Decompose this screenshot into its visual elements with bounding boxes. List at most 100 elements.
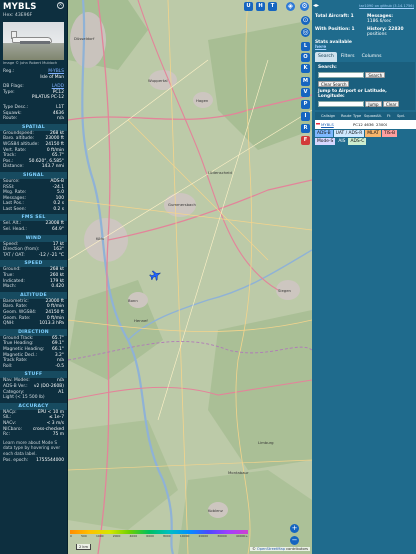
source-chip: AIS — [336, 138, 348, 145]
search-input[interactable] — [318, 72, 364, 78]
aircraft-photo[interactable] — [3, 22, 64, 60]
col-header[interactable]: Ft — [387, 112, 397, 120]
pos-epoch-label: Pos. epoch: — [3, 457, 29, 463]
field-label: Roll: — [3, 363, 13, 369]
row-route — [341, 120, 353, 129]
jump-label: Jump to Airport or Latitude, Longitude: — [318, 89, 387, 99]
section-signal: SIGNAL — [0, 171, 67, 179]
aircraft-info-panel: MYBLS Hex: 43E96F × Image © John Robert … — [0, 0, 68, 554]
osm-link[interactable]: OpenStreetMap — [257, 547, 285, 551]
row-type: PC12 — [353, 122, 363, 127]
row-callsign[interactable]: MYBLS — [321, 120, 341, 129]
speed-list: Ground: 268 kt True: 260 kt Indicated: 179 kt… — [0, 267, 67, 289]
clear-jump-button[interactable]: Clear — [382, 101, 400, 107]
map-button-f[interactable]: F — [301, 136, 310, 145]
stats-link[interactable]: here — [315, 45, 415, 50]
city-label: Limburg — [258, 440, 274, 445]
table-row[interactable]: MYBLS PC12 4636 23000 — [315, 120, 416, 129]
plane-wing-shape — [20, 41, 50, 44]
spatial-row: Distance: 143.7 nmi — [0, 164, 67, 170]
col-header[interactable]: Route — [341, 112, 353, 120]
sidebar-tabs: Search Filters Columns — [315, 52, 415, 62]
col-header[interactable]: Spd. — [397, 112, 405, 120]
pos-epoch-row: Pos. epoch: 1755544000 — [0, 458, 67, 464]
map-button-i[interactable]: I — [301, 112, 310, 121]
field-value: A1 — [58, 389, 64, 395]
route-row: Route: n/a — [0, 116, 67, 122]
center-icon[interactable]: ◎ — [301, 28, 310, 37]
flag-icon — [316, 123, 320, 126]
section-spatial: SPATIAL — [0, 123, 67, 131]
photo-credit: Image © John Robert Muldoch — [3, 61, 58, 65]
row-squawk: 4636 — [364, 122, 374, 127]
map-button-t[interactable]: T — [268, 2, 277, 11]
city-label: Koblenz — [208, 508, 223, 513]
close-icon[interactable]: × — [57, 2, 64, 9]
map-button-o[interactable]: O — [301, 53, 310, 62]
reset-view-icon[interactable]: ⊙ — [301, 16, 310, 25]
sidebar: ◂▸ tar1090 on github (3.14.1756) Total A… — [312, 0, 416, 554]
tab-search[interactable]: Search — [315, 52, 337, 62]
field-value: 0.420 — [51, 284, 64, 290]
altitude-legend: 0 500 1000 2000 4000 6000 8000 10000 200… — [70, 530, 248, 538]
map-view[interactable]: Düsseldorf Köln Bonn Siegen Limburg Kobl… — [68, 0, 312, 554]
source-chip: TIS-B — [381, 130, 398, 137]
altitude-legend-labels: 0 500 1000 2000 4000 6000 8000 10000 200… — [70, 534, 248, 538]
type-label: Type: — [3, 89, 15, 95]
col-header[interactable]: Alt. — [376, 112, 387, 120]
city-label: Düsseldorf — [74, 36, 95, 41]
col-header[interactable]: Type — [353, 112, 364, 120]
sidebar-toggle-icon[interactable]: ◂▸ — [313, 2, 321, 10]
zoom-out-button[interactable]: − — [290, 536, 299, 545]
col-header[interactable]: Squawk — [364, 112, 376, 120]
city-label: Köln — [96, 236, 105, 241]
jump-input[interactable] — [318, 101, 364, 107]
city-labels: Düsseldorf Köln Bonn Siegen Limburg Kobl… — [68, 0, 312, 554]
map-button-k[interactable]: K — [301, 64, 310, 73]
clear-search-button[interactable]: Clear Search — [318, 80, 350, 87]
section-direction: DIRECTION — [0, 328, 67, 336]
city-label: Hennef — [134, 318, 148, 323]
zoom-in-button[interactable]: + — [290, 524, 299, 533]
col-header[interactable]: Callsign — [321, 112, 341, 120]
map-button-m[interactable]: M — [301, 77, 310, 86]
source-chip: ADS-C — [348, 138, 367, 145]
signal-row: Last Seen: 0.2 s — [0, 207, 67, 213]
tab-filters[interactable]: Filters — [338, 52, 358, 62]
map-button-v[interactable]: V — [301, 88, 310, 97]
section-altitude: ALTITUDE — [0, 291, 67, 299]
fms-sel-row: Sel. Head.: 64.9° — [0, 227, 67, 233]
search-panel: Search: Search Clear Search Jump to Airp… — [315, 62, 415, 110]
city-label: Siegen — [278, 288, 291, 293]
direction-list: Ground Track: 65.7° True Heading: 69.1° Magn… — [0, 336, 67, 370]
map-button-p[interactable]: P — [301, 100, 310, 109]
country-value: Isle of Man — [40, 74, 64, 80]
map-button-r[interactable]: R — [301, 124, 310, 133]
sidebar-top: ◂▸ tar1090 on github (3.14.1756) — [312, 0, 416, 12]
map-button-l[interactable]: L — [301, 42, 310, 51]
route-label: Route: — [3, 116, 18, 122]
fms-list: Sel. Alt.: 23008 ft Sel. Head.: 64.9° — [0, 221, 67, 232]
search-label: Search: — [318, 65, 337, 70]
search-button[interactable]: Search — [365, 72, 386, 78]
version-link[interactable]: tar1090 on github (3.14.1756) — [359, 4, 414, 8]
city-label: Bonn — [128, 298, 138, 303]
info-header: MYBLS Hex: 43E96F × — [0, 0, 67, 22]
settings-icon[interactable]: ⚙ — [300, 2, 309, 11]
tab-columns[interactable]: Columns — [359, 52, 385, 62]
accuracy-note: Learn more about Mode S data type by hov… — [3, 439, 61, 456]
field-value: -0.5 — [55, 363, 64, 369]
map-button-u[interactable]: U — [244, 2, 253, 11]
total-aircraft: Total Aircraft: 1 — [315, 14, 354, 19]
source-legend: ADS-B UAT / ADS-R MLAT TIS-B Mode-S AIS ADS-C — [315, 130, 415, 145]
field-label: TAT / OAT: — [3, 252, 25, 258]
row-alt: 23000 — [376, 122, 387, 127]
jump-button[interactable]: Jump — [365, 101, 382, 107]
layers-icon[interactable]: ◈ — [286, 2, 295, 11]
stuff-list: Nav. Modes: n/a ADS-B Ver.: v2 (DO-260B) Cat… — [0, 378, 67, 400]
source-chip: MLAT — [365, 130, 381, 137]
field-value: 64.9° — [52, 227, 64, 233]
speed-row: Mach: 0.420 — [0, 284, 67, 290]
map-button-h[interactable]: H — [256, 2, 265, 11]
field-value: 0.2 s — [53, 206, 64, 212]
